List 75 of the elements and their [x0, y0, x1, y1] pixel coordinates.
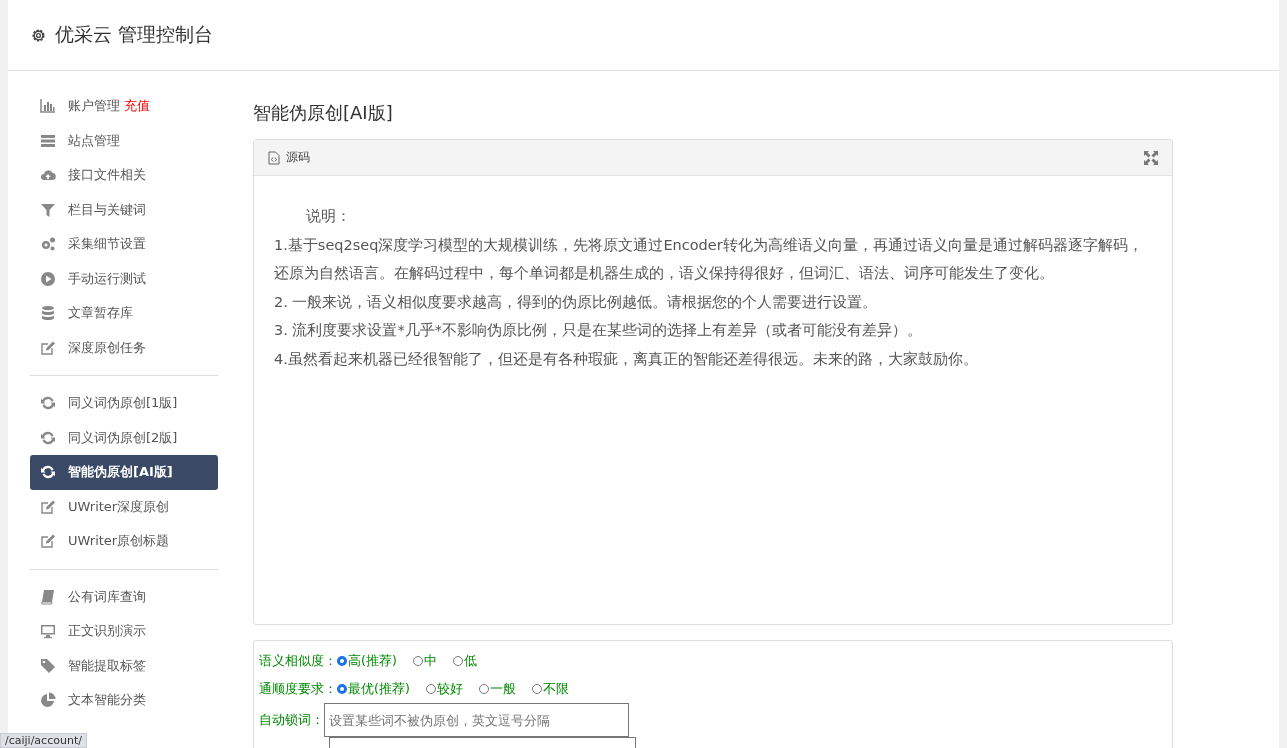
refresh-icon: [40, 429, 56, 446]
sidebar-item[interactable]: 账户管理 充值: [30, 89, 218, 124]
sidebar-item[interactable]: 采集细节设置: [30, 227, 218, 262]
sidebar-item[interactable]: 正文识别演示: [30, 614, 218, 649]
radio-option[interactable]: 低: [452, 652, 477, 670]
sidebar-item[interactable]: 智能提取标签: [30, 648, 218, 683]
editor-paragraph: 1.基于seq2seq深度学习模型的大规模训练，先将原文通过Encoder转化为高维语义向量，再通过语义向量是通过解码器逐字解码，还原为自然语言。在解码过程中，每个单词都是机器生成的，语义保持得很好，但词汇、语法、词序可能发生了变化。: [274, 235, 1144, 283]
monitor-icon: [40, 623, 56, 640]
option-label: 通顺度要求：: [259, 680, 337, 698]
sidebar-item[interactable]: 文章暂存库: [30, 296, 218, 331]
menu-label: 正文识别演示: [68, 622, 146, 641]
menu-label: UWriter原创标题: [68, 532, 170, 551]
menu-label: 同义词伪原创[1版]: [68, 394, 178, 413]
bar-chart-icon: [40, 98, 56, 115]
edit-icon: [40, 498, 56, 515]
settings-icon: [30, 26, 47, 44]
radio-option[interactable]: 一般: [478, 680, 516, 698]
sidebar-item[interactable]: UWriter原创标题: [30, 524, 218, 559]
editor-paragraph: 3. 流利度要求设置*几乎*不影响伪原比例，只是在某些词的选择上有差异（或者可能没有差异）。: [274, 321, 923, 340]
pie-chart-icon: [40, 692, 56, 709]
radio-option[interactable]: 较好: [425, 680, 463, 698]
radio-option[interactable]: 最优(推荐): [337, 680, 410, 698]
sidebar-item[interactable]: 栏目与关键词: [30, 192, 218, 227]
edit-icon: [40, 339, 56, 356]
sidebar-item[interactable]: UWriter深度原创: [30, 489, 218, 524]
radio-option[interactable]: 不限: [531, 680, 569, 698]
radio-button[interactable]: [337, 656, 347, 666]
radio-option[interactable]: 高(推荐): [337, 652, 397, 670]
fullscreen-icon[interactable]: [1144, 150, 1158, 165]
menu-label: UWriter深度原创: [68, 497, 170, 516]
menu-label: 公有词库查询: [68, 587, 146, 606]
menu-label: 接口文件相关: [68, 166, 146, 185]
sidebar-item[interactable]: 智能伪原创[AI版]: [30, 455, 218, 490]
recharge-link[interactable]: 充值: [124, 97, 150, 116]
refresh-icon: [40, 395, 56, 412]
menu-label: 采集细节设置: [68, 235, 146, 254]
sidebar-item[interactable]: 接口文件相关: [30, 158, 218, 193]
option-label: 语义相似度：: [259, 652, 337, 670]
sidebar-item[interactable]: 文本智能分类: [30, 683, 218, 718]
code-file-icon: [268, 150, 280, 165]
tag-icon: [40, 657, 56, 674]
menu-label: 智能提取标签: [68, 656, 146, 675]
editor-paragraph: 4.虽然看起来机器已经很智能了，但还是有各种瑕疵，离真正的智能还差得很远。未来的路，大家鼓励你。: [274, 349, 979, 369]
editor-paragraph: 2. 一般来说，语义相似度要求越高，得到的伪原比例越低。请根据您的个人需要进行设置。: [274, 292, 879, 312]
sidebar-item[interactable]: 深度原创任务: [30, 330, 218, 365]
server-icon: [40, 132, 56, 149]
menu-label: 账户管理: [68, 97, 120, 116]
sidebar-item[interactable]: 站点管理: [30, 123, 218, 158]
sidebar-item[interactable]: 同义词伪原创[1版]: [30, 386, 218, 421]
page-title: 智能伪原创[AI版]: [253, 101, 394, 125]
edit-icon: [40, 533, 56, 550]
sidebar-item[interactable]: 手动运行测试: [30, 261, 218, 296]
menu-label: 文章暂存库: [68, 304, 133, 323]
menu-label: 深度原创任务: [68, 338, 146, 357]
menu-label: 同义词伪原创[2版]: [68, 428, 178, 447]
radio-button[interactable]: [337, 684, 347, 694]
database-icon: [40, 305, 56, 322]
sidebar-item[interactable]: 公有词库查询: [30, 579, 218, 614]
menu-label: 智能伪原创[AI版]: [68, 463, 173, 482]
menu-label: 手动运行测试: [68, 269, 146, 288]
lock-words-field[interactable]: 设置某些词不被伪原创，英文逗号分隔: [324, 703, 629, 737]
filter-icon: [40, 201, 56, 218]
book-icon: [40, 588, 56, 605]
sidebar-item[interactable]: 同义词伪原创[2版]: [30, 420, 218, 455]
editor-paragraph: 说明：: [305, 207, 352, 226]
refresh-icon: [40, 464, 56, 481]
menu-label: 文本智能分类: [68, 691, 146, 710]
menu-label: 栏目与关键词: [68, 200, 146, 219]
source-button[interactable]: 源码: [286, 149, 310, 166]
radio-option[interactable]: 中: [412, 652, 437, 670]
play-icon: [40, 270, 56, 287]
status-url: /caiji/account/: [0, 733, 87, 748]
field-label: 自动锁词：: [259, 711, 324, 729]
menu-label: 站点管理: [68, 131, 120, 150]
console-title: 优采云 管理控制台: [55, 22, 214, 47]
